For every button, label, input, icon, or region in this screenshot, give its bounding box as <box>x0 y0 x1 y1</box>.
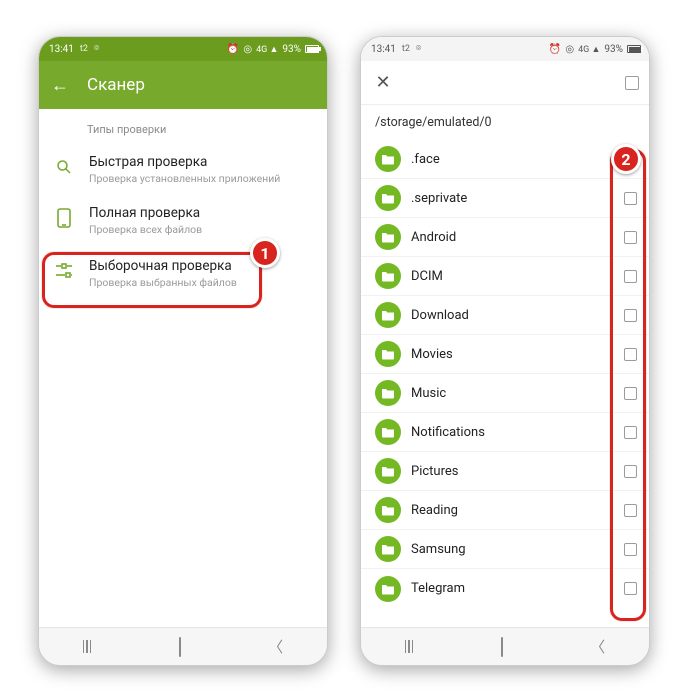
nav-recent[interactable] <box>83 640 91 653</box>
folder-icon <box>375 302 401 328</box>
status-carrier: t2 <box>402 44 410 54</box>
path-breadcrumb[interactable]: /storage/emulated/0 <box>361 105 649 140</box>
battery-icon <box>627 45 641 53</box>
folder-name: Movies <box>411 347 614 362</box>
nav-bar: 〈 <box>39 627 327 665</box>
alarm-icon: ⏰ <box>549 44 561 55</box>
folder-checkbox[interactable] <box>624 270 637 283</box>
device-icon <box>53 207 75 229</box>
close-icon[interactable]: ✕ <box>371 72 395 93</box>
folder-icon <box>375 146 401 172</box>
folder-checkbox[interactable] <box>624 387 637 400</box>
scan-title: Полная проверка <box>89 205 202 221</box>
annotation-badge-1: 1 <box>250 238 280 268</box>
folder-icon <box>375 341 401 367</box>
folder-name: Samsung <box>411 542 614 557</box>
signal-icon: 4G ▲ <box>578 44 600 55</box>
folder-name: .face <box>411 152 614 167</box>
folder-row[interactable]: DCIM <box>361 257 649 296</box>
scan-sub: Проверка выбранных файлов <box>89 276 237 289</box>
signal-icon: 4G ▲ <box>256 44 278 55</box>
folder-name: Download <box>411 308 614 323</box>
app-bar: ← Сканер <box>39 61 327 109</box>
folder-name: Android <box>411 230 614 245</box>
scan-title: Быстрая проверка <box>89 154 280 170</box>
folder-checkbox[interactable] <box>624 465 637 478</box>
scan-type-custom[interactable]: Выборочная проверка Проверка выбранных ф… <box>39 246 327 303</box>
nav-home[interactable] <box>179 638 181 656</box>
folder-checkbox[interactable] <box>624 543 637 556</box>
phone-right: 13:41 t2 ⌾ ⏰ ◎ 4G ▲ 93% ✕ /storage/emula… <box>360 36 650 666</box>
status-time: 13:41 <box>49 44 74 55</box>
folder-name: Reading <box>411 503 614 518</box>
status-carrier: t2 <box>80 44 88 54</box>
folder-icon <box>375 224 401 250</box>
folder-icon <box>375 576 401 602</box>
status-bar: 13:41 t2 ⌾ ⏰ ◎ 4G ▲ 93% <box>361 37 649 61</box>
voicemail-icon: ⌾ <box>416 44 421 54</box>
folder-checkbox[interactable] <box>624 504 637 517</box>
voicemail-icon: ⌾ <box>94 44 99 54</box>
page-title: Сканер <box>87 75 145 95</box>
folder-icon <box>375 536 401 562</box>
hotspot-icon: ◎ <box>565 44 574 55</box>
scan-type-full[interactable]: Полная проверка Проверка всех файлов <box>39 195 327 246</box>
folder-icon <box>375 497 401 523</box>
battery-pct: 93% <box>604 44 623 55</box>
selection-bar: ✕ <box>361 61 649 105</box>
folder-checkbox[interactable] <box>624 348 637 361</box>
folder-row[interactable]: .seprivate <box>361 179 649 218</box>
nav-bar: 〈 <box>361 627 649 665</box>
folder-row[interactable]: Pictures <box>361 452 649 491</box>
folder-icon <box>375 263 401 289</box>
magnify-icon <box>53 156 75 178</box>
folder-row[interactable]: Download <box>361 296 649 335</box>
nav-home[interactable] <box>501 638 503 656</box>
folder-row[interactable]: Reading <box>361 491 649 530</box>
folder-name: Notifications <box>411 425 614 440</box>
folder-name: DCIM <box>411 269 614 284</box>
folder-checkbox[interactable] <box>624 309 637 322</box>
folder-list: .face .seprivate Android DCIM Download Movies… <box>361 140 649 608</box>
folder-row[interactable]: .face <box>361 140 649 179</box>
folder-name: Music <box>411 386 614 401</box>
scan-type-quick[interactable]: Быстрая проверка Проверка установленных … <box>39 144 327 195</box>
annotation-badge-2: 2 <box>611 144 641 174</box>
list-filter-icon <box>53 260 75 282</box>
folder-icon <box>375 185 401 211</box>
folder-checkbox[interactable] <box>624 231 637 244</box>
hotspot-icon: ◎ <box>243 44 252 55</box>
folder-icon <box>375 380 401 406</box>
folder-checkbox[interactable] <box>624 582 637 595</box>
folder-name: Telegram <box>411 581 614 596</box>
status-bar: 13:41 t2 ⌾ ⏰ ◎ 4G ▲ 93% <box>39 37 327 61</box>
folder-row[interactable]: Music <box>361 374 649 413</box>
nav-back[interactable]: 〈 <box>268 636 283 657</box>
folder-row[interactable]: Movies <box>361 335 649 374</box>
scan-title: Выборочная проверка <box>89 258 237 274</box>
folder-row[interactable]: Samsung <box>361 530 649 569</box>
scan-sub: Проверка всех файлов <box>89 223 202 236</box>
folder-name: Pictures <box>411 464 614 479</box>
select-all-checkbox[interactable] <box>625 76 639 90</box>
nav-recent[interactable] <box>405 640 413 653</box>
folder-row[interactable]: Android <box>361 218 649 257</box>
battery-pct: 93% <box>282 44 301 55</box>
scan-sub: Проверка установленных приложений <box>89 172 280 185</box>
status-time: 13:41 <box>371 44 396 55</box>
battery-icon <box>305 45 319 53</box>
nav-back[interactable]: 〈 <box>590 636 605 657</box>
folder-checkbox[interactable] <box>624 426 637 439</box>
folder-icon <box>375 419 401 445</box>
alarm-icon: ⏰ <box>227 44 239 55</box>
phone-left: 13:41 t2 ⌾ ⏰ ◎ 4G ▲ 93% ← Сканер Типы пр… <box>38 36 328 666</box>
folder-row[interactable]: Telegram <box>361 569 649 608</box>
folder-name: .seprivate <box>411 191 614 206</box>
back-arrow-icon[interactable]: ← <box>51 75 69 96</box>
folder-checkbox[interactable] <box>624 192 637 205</box>
folder-row[interactable]: Notifications <box>361 413 649 452</box>
section-label: Типы проверки <box>39 109 327 144</box>
folder-icon <box>375 458 401 484</box>
